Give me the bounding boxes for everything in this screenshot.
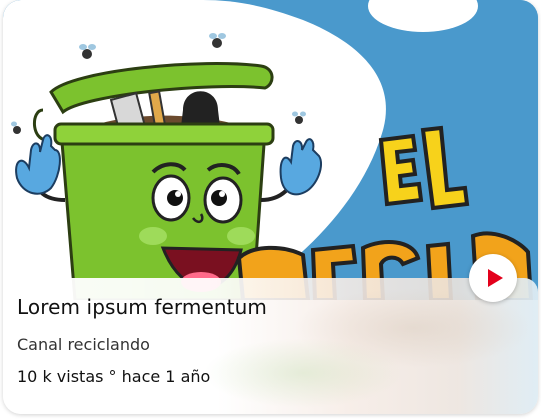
video-title[interactable]: Lorem ipsum fermentum bbox=[17, 295, 267, 319]
view-count-age: 10 k vistas ° hace 1 año bbox=[17, 367, 211, 386]
play-button[interactable] bbox=[469, 254, 517, 302]
video-card[interactable]: Lorem ipsum fermentum Canal reciclando 1… bbox=[3, 0, 538, 414]
channel-name[interactable]: Canal reciclando bbox=[17, 335, 150, 354]
play-icon bbox=[487, 269, 503, 287]
video-info-panel: Lorem ipsum fermentum Canal reciclando 1… bbox=[3, 278, 538, 414]
backdrop-blur bbox=[203, 338, 403, 408]
video-thumbnail[interactable] bbox=[3, 0, 538, 300]
